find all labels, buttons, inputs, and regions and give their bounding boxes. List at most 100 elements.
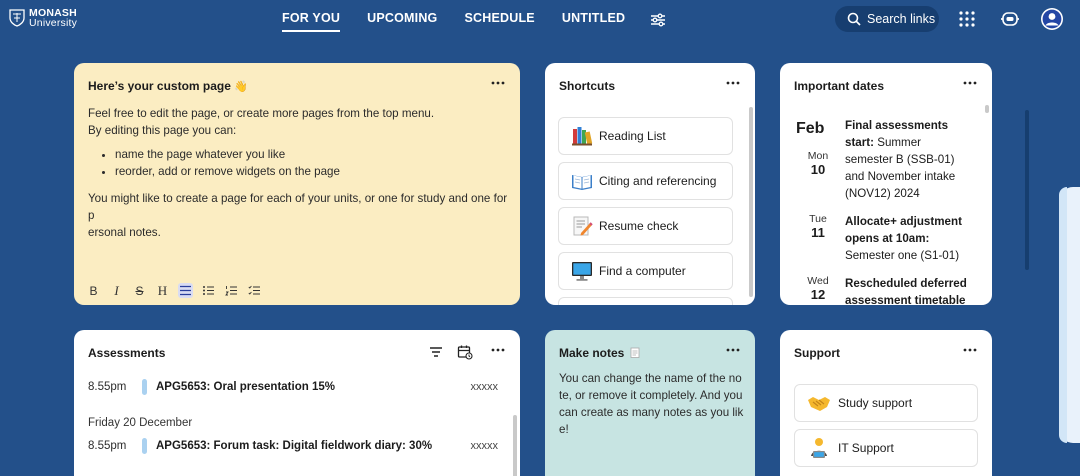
apps-grid-icon[interactable] <box>956 8 978 30</box>
more-options-icon[interactable] <box>962 343 978 357</box>
shortcut-reading-list[interactable]: Reading List <box>558 117 733 155</box>
search-links-button[interactable]: Search links <box>835 6 939 32</box>
search-links-label: Search links <box>867 12 936 26</box>
logo-line2: University <box>29 17 78 29</box>
support-card: Support Study support IT Support <box>780 330 992 476</box>
more-options-icon[interactable] <box>490 343 506 357</box>
support-label: Study support <box>838 396 913 410</box>
support-label: IT Support <box>838 441 894 455</box>
shortcut-find-computer[interactable]: Find a computer <box>558 252 733 290</box>
closing-text-line1: You might like to create a page for each… <box>88 192 508 222</box>
shortcut-citing-referencing[interactable]: Citing and referencing <box>558 162 733 200</box>
day-number: 12 <box>810 287 826 302</box>
checklist-button[interactable] <box>247 283 262 298</box>
align-button[interactable] <box>178 283 193 298</box>
more-options-icon[interactable] <box>490 76 506 90</box>
italic-button[interactable]: I <box>109 283 124 298</box>
customize-tabs-icon[interactable] <box>650 13 666 27</box>
search-icon <box>847 12 861 26</box>
assessment-color-bar <box>142 438 147 454</box>
more-options-icon[interactable] <box>962 76 978 90</box>
assessment-name: APG5653: Forum task: Digital fieldwork d… <box>156 440 433 452</box>
it-person-icon <box>811 438 827 458</box>
support-study[interactable]: Study support <box>794 384 978 422</box>
calendar-sync-icon[interactable] <box>457 344 473 360</box>
assessment-row[interactable]: 8.55pm APG5653: Oral presentation 15% xx… <box>88 378 498 396</box>
weekday: Wed <box>807 275 829 287</box>
heading-button[interactable]: H <box>155 283 170 298</box>
more-options-icon[interactable] <box>725 76 741 90</box>
assessments-scrollbar[interactable] <box>513 415 517 476</box>
shortcuts-scrollbar[interactable] <box>749 107 753 297</box>
shortcut-resume-check[interactable]: Resume check <box>558 207 733 245</box>
day-number: 11 <box>811 225 825 240</box>
shortcut-label: Resume check <box>599 219 679 233</box>
tab-untitled[interactable]: UNTITLED <box>562 11 625 32</box>
dates-scrollbar[interactable] <box>985 105 989 113</box>
intro-text-2: By editing this page you can: <box>88 124 237 137</box>
shortcut-next-partial[interactable] <box>558 297 733 305</box>
checklist-icon <box>248 285 260 295</box>
important-dates-title: Important dates <box>794 79 885 93</box>
assessment-code: xxxxx <box>470 440 499 452</box>
wave-emoji-icon: 👋 <box>234 81 248 93</box>
tab-for-you[interactable]: FOR YOU <box>282 11 341 32</box>
support-title: Support <box>794 346 840 360</box>
assessments-card: Assessments 8.55pm APG5653: Oral present… <box>74 330 520 476</box>
closing-text-line2: ersonal notes. <box>88 226 161 239</box>
computer-icon <box>572 262 592 281</box>
list-item: reorder, add or remove widgets on the pa… <box>115 163 508 180</box>
tab-schedule[interactable]: SCHEDULE <box>464 11 534 32</box>
make-notes-card: Make notes You can change the name of th… <box>545 330 755 476</box>
make-notes-title: Make notes <box>559 346 625 360</box>
bold-button[interactable]: B <box>86 283 101 298</box>
crest-icon <box>9 9 25 27</box>
support-it[interactable]: IT Support <box>794 429 978 467</box>
main-nav: FOR YOU UPCOMING SCHEDULE UNTITLED <box>282 11 666 32</box>
handshake-icon <box>808 397 830 411</box>
tab-upcoming[interactable]: UPCOMING <box>367 11 437 32</box>
important-dates-card: Important dates Feb Mon 10 Final assessm… <box>780 63 992 305</box>
custom-page-title: Here’s your custom page <box>88 79 231 93</box>
intro-text: Feel free to edit the page, or create mo… <box>88 107 435 120</box>
assessment-time: 8.55pm <box>88 440 127 452</box>
bullet-list: name the page whatever you like reorder,… <box>115 146 508 180</box>
assessment-color-bar <box>142 379 147 395</box>
assessment-row[interactable]: 8.55pm APG5653: Forum task: Digital fiel… <box>88 437 498 455</box>
numbered-list-button[interactable] <box>224 283 239 298</box>
bullet-list-button[interactable] <box>201 283 216 298</box>
assessments-title: Assessments <box>88 346 166 360</box>
notepad-icon <box>630 347 640 358</box>
avatar-icon[interactable] <box>1040 7 1064 31</box>
weekday: Tue <box>809 213 827 225</box>
shortcut-label: Citing and referencing <box>599 174 717 188</box>
shortcuts-card: Shortcuts Reading List Citing and refere… <box>545 63 755 305</box>
assessment-day-label: Friday 20 December <box>88 417 193 429</box>
strikethrough-button[interactable]: S <box>132 283 147 298</box>
shortcuts-title: Shortcuts <box>559 79 616 93</box>
page-scrollbar[interactable] <box>1025 110 1029 270</box>
monash-logo[interactable]: MONASH University <box>9 8 77 28</box>
date-event-text: Semester one (S1-01) <box>845 249 960 262</box>
shortcut-label: Reading List <box>599 129 666 143</box>
assessment-name: APG5653: Oral presentation 15% <box>156 381 335 393</box>
custom-page-body[interactable]: Feel free to edit the page, or create mo… <box>88 105 508 241</box>
day-number: 10 <box>810 162 826 177</box>
shortcut-label: Find a computer <box>599 264 686 278</box>
numbered-list-icon <box>225 286 237 296</box>
list-item: name the page whatever you like <box>115 146 508 163</box>
align-left-icon <box>180 285 191 296</box>
books-icon <box>572 127 593 146</box>
custom-page-card: Here’s your custom page 👋 Feel free to e… <box>74 63 520 305</box>
date-event-title: Rescheduled deferred assessment timetabl… <box>845 277 967 305</box>
month-label: Feb <box>796 120 825 137</box>
note-text[interactable]: You can change the name of the note, or … <box>559 370 744 438</box>
document-pencil-icon <box>573 216 593 236</box>
side-panel-edge[interactable] <box>1059 187 1080 443</box>
sort-icon[interactable] <box>429 345 443 359</box>
assessment-time: 8.55pm <box>88 381 127 393</box>
date-event-title: Allocate+ adjustment opens at 10am: <box>845 215 962 245</box>
support-chat-icon[interactable] <box>999 8 1021 30</box>
more-options-icon[interactable] <box>725 343 741 357</box>
weekday: Mon <box>807 150 829 162</box>
